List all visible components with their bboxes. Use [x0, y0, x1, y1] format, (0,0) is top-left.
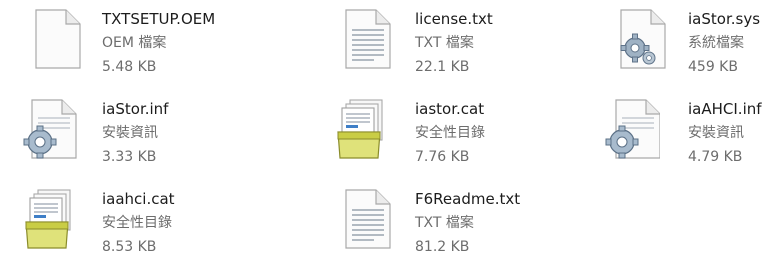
file-item-iaahci-inf[interactable]: iaAHCI.inf 安裝資訊 4.79 KB — [604, 98, 779, 174]
blank-file-icon — [30, 8, 86, 72]
file-name: iaStor.inf — [102, 100, 169, 118]
text-file-icon — [340, 188, 396, 252]
file-name: license.txt — [415, 10, 493, 28]
file-item-iaahci-cat[interactable]: iaahci.cat 安全性目錄 8.53 KB — [24, 188, 274, 264]
file-list-tiles-view: TXTSETUP.OEM OEM 檔案 5.48 KB license.txt — [0, 0, 781, 270]
file-name: iaStor.sys — [688, 10, 761, 28]
file-name: iastor.cat — [415, 100, 485, 118]
security-catalog-icon — [336, 98, 392, 162]
file-name: F6Readme.txt — [415, 190, 521, 208]
file-item-iastor-inf[interactable]: iaStor.inf 安裝資訊 3.33 KB — [18, 98, 268, 174]
file-size: 22.1 KB — [415, 59, 470, 75]
file-type: 安全性目錄 — [415, 125, 485, 141]
file-item-iastor-cat[interactable]: iastor.cat 安全性目錄 7.76 KB — [336, 98, 586, 174]
file-size: 8.53 KB — [102, 239, 157, 255]
file-type: OEM 檔案 — [102, 35, 167, 51]
file-size: 5.48 KB — [102, 59, 157, 75]
file-item-f6readme-txt[interactable]: F6Readme.txt TXT 檔案 81.2 KB — [340, 188, 580, 264]
setup-info-icon — [22, 98, 78, 162]
security-catalog-icon — [24, 188, 80, 252]
file-item-license-txt[interactable]: license.txt TXT 檔案 22.1 KB — [340, 8, 580, 84]
file-size: 3.33 KB — [102, 149, 157, 165]
file-item-txtsetup-oem[interactable]: TXTSETUP.OEM OEM 檔案 5.48 KB — [30, 8, 270, 84]
file-name: TXTSETUP.OEM — [102, 10, 216, 28]
file-type: 安裝資訊 — [102, 125, 158, 141]
file-size: 81.2 KB — [415, 239, 470, 255]
file-type: TXT 檔案 — [415, 215, 474, 231]
file-size: 459 KB — [688, 59, 738, 75]
text-file-icon — [340, 8, 396, 72]
file-name: iaAHCI.inf — [688, 100, 762, 118]
file-item-iastor-sys[interactable]: iaStor.sys 系統檔案 459 KB — [615, 8, 779, 84]
file-size: 7.76 KB — [415, 149, 470, 165]
file-name: iaahci.cat — [102, 190, 175, 208]
setup-info-icon — [604, 98, 660, 162]
file-size: 4.79 KB — [688, 149, 743, 165]
file-type: 系統檔案 — [688, 35, 744, 51]
system-file-icon — [615, 8, 671, 72]
file-type: TXT 檔案 — [415, 35, 474, 51]
file-type: 安全性目錄 — [102, 215, 172, 231]
file-type: 安裝資訊 — [688, 125, 744, 141]
